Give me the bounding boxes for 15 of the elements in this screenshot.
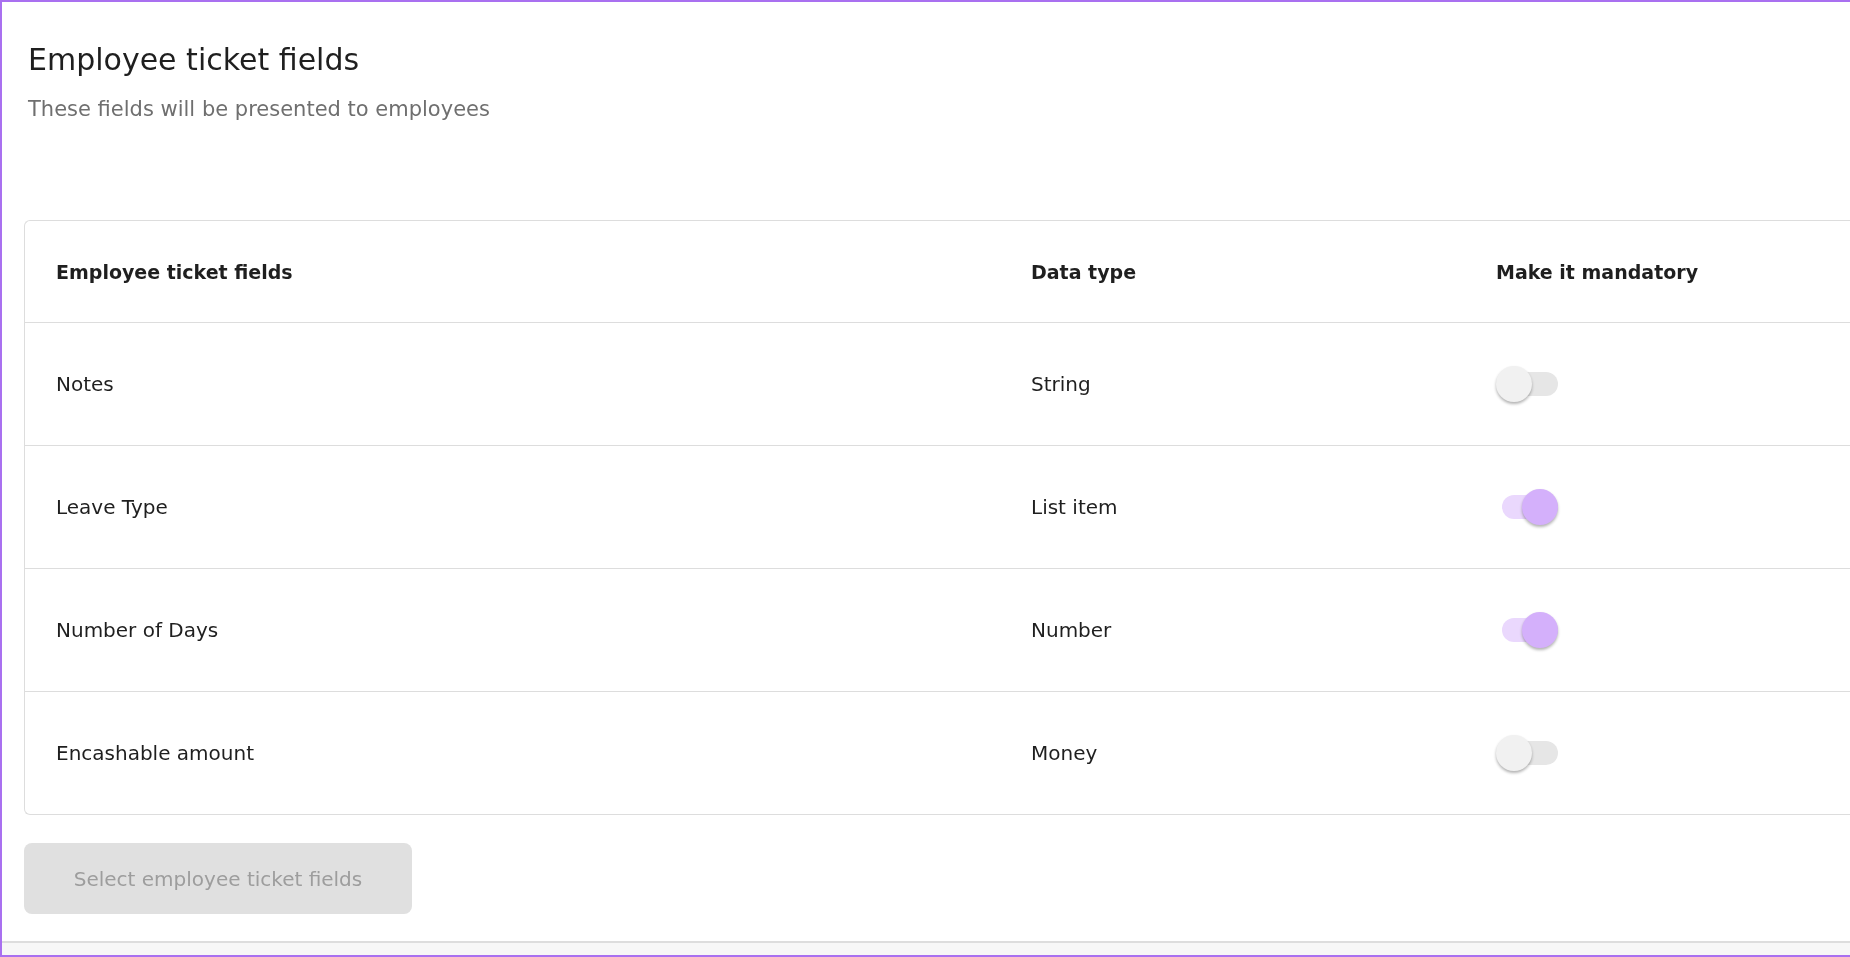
column-header: Employee ticket fields <box>56 260 294 283</box>
data-type-cell-text: Number <box>1031 618 1113 642</box>
data-type-cell-text: String <box>1031 372 1092 396</box>
page-subtitle: These fields will be presented to employees <box>28 97 491 121</box>
field-name-cell-text: Leave Type <box>56 495 169 519</box>
field-name-cell-text: Number of Days <box>56 618 220 642</box>
mandatory-toggle[interactable] <box>1496 734 1558 772</box>
data-type-cell-text: Money <box>1031 741 1099 765</box>
data-type-cell-text: List item <box>1031 495 1119 519</box>
column-header: Make it mandatory <box>1496 260 1700 283</box>
page-title: Employee ticket fields <box>28 42 361 77</box>
column-header: Data type <box>1031 260 1138 283</box>
mandatory-toggle[interactable] <box>1496 365 1558 403</box>
field-name-cell-text: Notes <box>56 372 115 396</box>
field-name-cell-text: Encashable amount <box>56 741 255 765</box>
